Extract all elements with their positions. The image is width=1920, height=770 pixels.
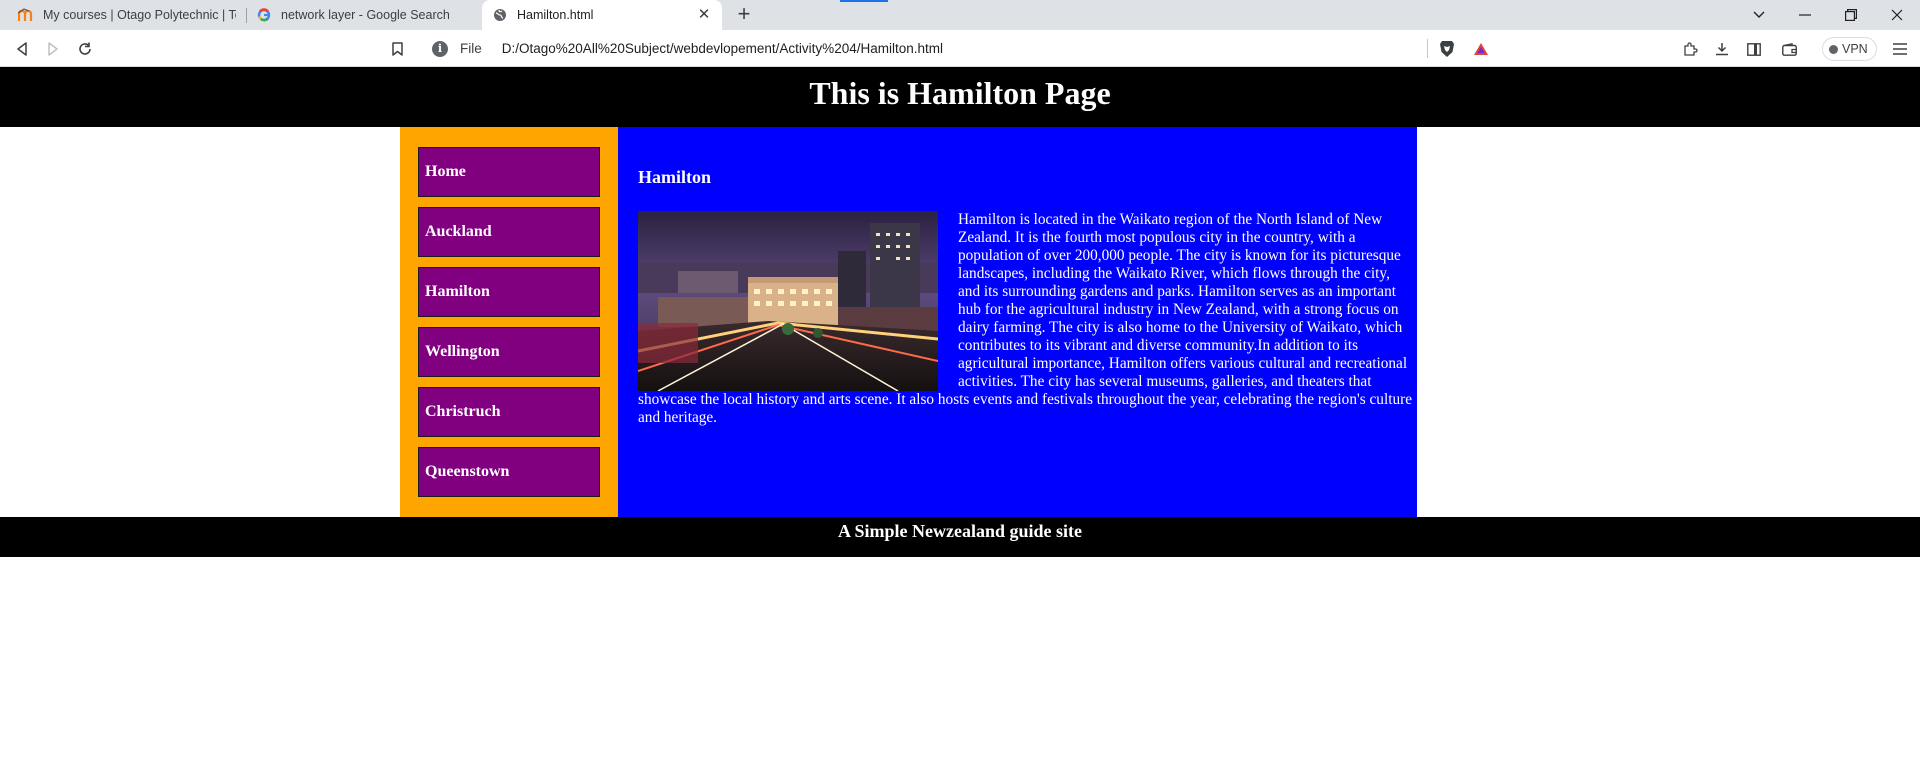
minimize-icon	[1799, 14, 1811, 16]
menu-button[interactable]	[1887, 36, 1913, 62]
back-button[interactable]	[9, 36, 35, 62]
wallet-button[interactable]	[1776, 36, 1802, 62]
close-tab-icon[interactable]: ✕	[696, 7, 712, 23]
tab-google-search[interactable]: network layer - Google Search	[246, 0, 482, 30]
browser-toolbar: i File D:/Otago%20All%20Subject/webdevlo…	[0, 30, 1920, 67]
chevron-down-icon	[1753, 11, 1765, 18]
address-divider	[1427, 39, 1428, 58]
reload-button[interactable]	[72, 36, 98, 62]
restore-icon	[1845, 9, 1857, 21]
bookmark-button[interactable]	[384, 36, 410, 62]
url-scheme: File	[460, 41, 482, 56]
site-footer: A Simple Newzealand guide site	[0, 517, 1920, 557]
download-icon	[1716, 43, 1728, 56]
main-content: Hamilton Hamilton is located in the Waik…	[618, 127, 1417, 517]
globe-icon	[492, 7, 508, 23]
back-arrow-icon	[17, 42, 27, 56]
footer-text: A Simple Newzealand guide site	[837, 521, 1082, 541]
tab-strip: My courses | Otago Polytechnic | Te P ne…	[0, 0, 1920, 30]
downloads-button[interactable]	[1709, 36, 1735, 62]
nav-link-christruch[interactable]: Christruch	[418, 387, 600, 437]
tab-my-courses[interactable]: My courses | Otago Polytechnic | Te P	[8, 0, 246, 30]
brave-shields-button[interactable]	[1434, 36, 1460, 62]
rewards-triangle-icon	[1474, 43, 1488, 55]
section-heading: Hamilton	[638, 167, 712, 187]
page-title: This is Hamilton Page	[809, 75, 1111, 111]
puzzle-icon	[1683, 41, 1698, 56]
vpn-status-icon	[1829, 44, 1838, 54]
url-text[interactable]: D:/Otago%20All%20Subject/webdevlopement/…	[502, 41, 943, 56]
forward-arrow-icon	[48, 42, 58, 56]
wallet-icon	[1781, 42, 1797, 56]
nav-link-auckland[interactable]: Auckland	[418, 207, 600, 257]
nav-link-wellington[interactable]: Wellington	[418, 327, 600, 377]
bookmark-icon	[391, 42, 403, 56]
moodle-icon	[18, 7, 34, 23]
tab-title: network layer - Google Search	[281, 8, 450, 22]
brave-rewards-button[interactable]	[1468, 36, 1494, 62]
extensions-button[interactable]	[1677, 36, 1703, 62]
google-icon	[256, 7, 272, 23]
minimize-button[interactable]	[1782, 0, 1828, 30]
sidebar-nav: Home Auckland Hamilton Wellington Christ…	[400, 127, 618, 517]
tab-title: Hamilton.html	[517, 8, 594, 22]
vpn-label: VPN	[1842, 42, 1868, 56]
new-tab-button[interactable]: +	[732, 3, 756, 27]
close-window-button[interactable]	[1874, 0, 1920, 30]
tab-hamilton[interactable]: Hamilton.html ✕	[482, 0, 722, 30]
content-block: Hamilton is located in the Waikato regio…	[638, 211, 1413, 427]
close-icon	[1891, 9, 1903, 21]
nav-link-queenstown[interactable]: Queenstown	[418, 447, 600, 497]
sidebar-icon	[1747, 42, 1761, 56]
hamburger-menu-icon	[1893, 43, 1907, 55]
tab-title: My courses | Otago Polytechnic | Te P	[43, 8, 236, 22]
vpn-button[interactable]: VPN	[1822, 37, 1877, 61]
nav-link-hamilton[interactable]: Hamilton	[418, 267, 600, 317]
tab-strip-accent	[840, 0, 888, 2]
info-icon[interactable]: i	[432, 40, 448, 57]
forward-button[interactable]	[40, 36, 66, 62]
reload-icon	[79, 42, 91, 55]
brave-lion-icon	[1440, 41, 1454, 57]
sidebar-toggle-button[interactable]	[1741, 36, 1767, 62]
address-bar[interactable]: i File D:/Otago%20All%20Subject/webdevlo…	[420, 34, 1498, 63]
tab-search-button[interactable]	[1736, 0, 1782, 30]
nav-link-home[interactable]: Home	[418, 147, 600, 197]
site-header: This is Hamilton Page	[0, 67, 1920, 127]
hamilton-city-photo	[638, 211, 938, 391]
restore-button[interactable]	[1828, 0, 1874, 30]
